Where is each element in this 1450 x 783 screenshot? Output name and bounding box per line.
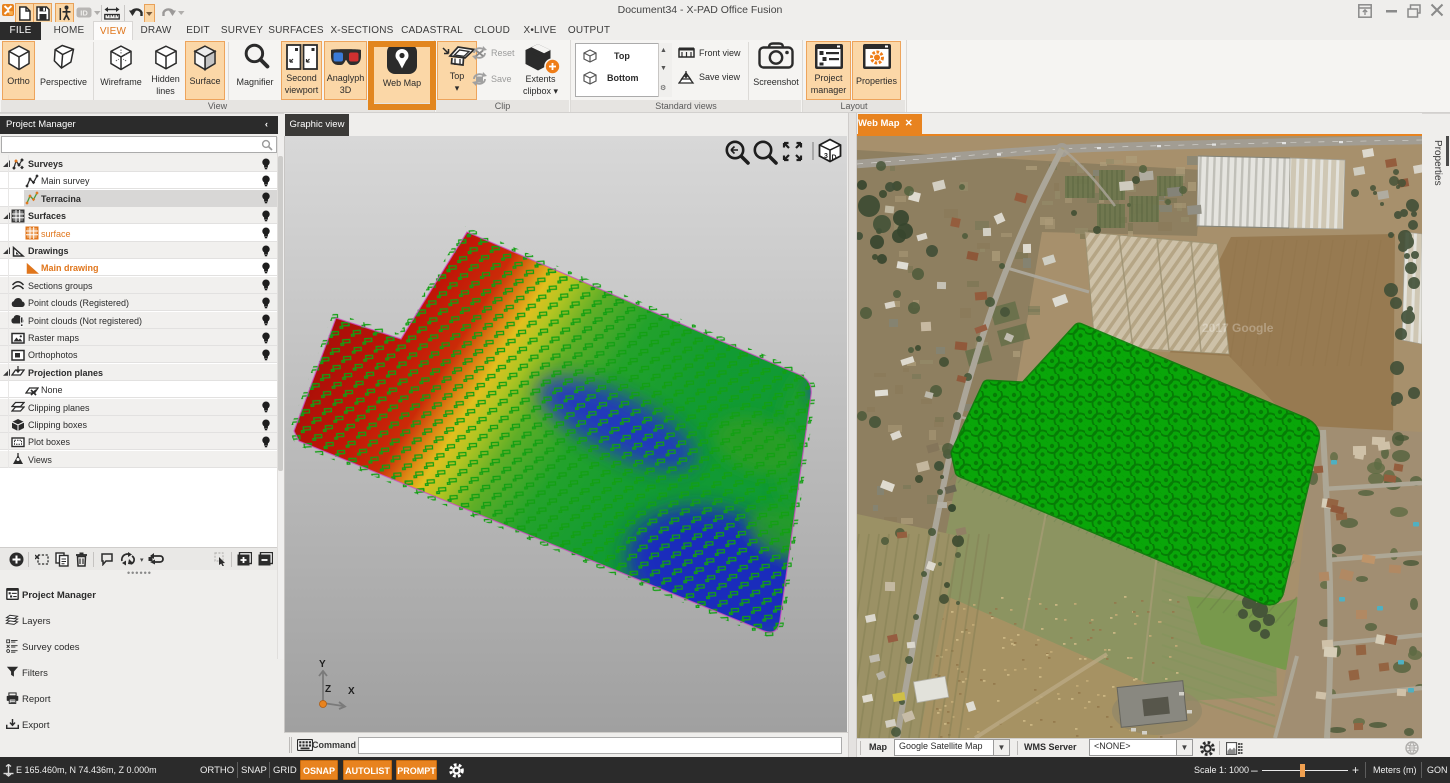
svg-text:X: X [348, 686, 355, 697]
svg-text:Z: Z [325, 684, 331, 695]
svg-text:D: D [832, 155, 837, 162]
svg-text:Y: Y [319, 659, 326, 670]
svg-text:2017 Google: 2017 Google [1202, 321, 1274, 335]
svg-text:3: 3 [824, 153, 828, 160]
svg-text:ID: ID [80, 9, 88, 18]
